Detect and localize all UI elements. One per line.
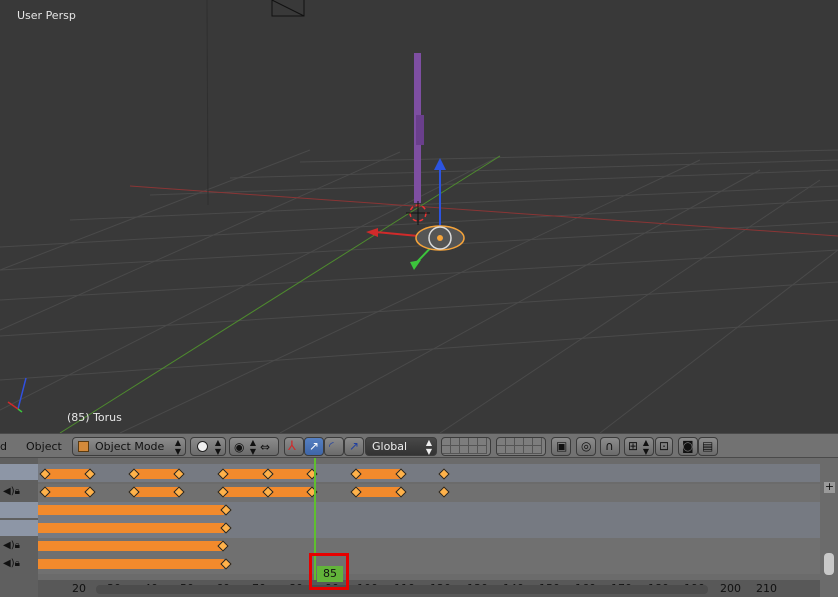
lock-scene-icon: ▣ (556, 439, 568, 453)
opengl-render-button[interactable]: ◙ (678, 437, 698, 456)
dopesheet-editor[interactable]: ◀)🔒︎ ◀)🔒︎ ◀)🔒︎ 20 200 210 + (0, 458, 838, 597)
speaker-lock-icon[interactable]: ◀)🔒︎ (3, 486, 20, 497)
channel-row[interactable]: ◀)🔒︎ (0, 556, 38, 572)
select-arrows-icon: ▲ ▼ (642, 438, 649, 456)
expand-region-plus-icon[interactable]: + (824, 481, 835, 493)
channel-row[interactable]: ◀)🔒︎ (0, 538, 38, 554)
translate-manipulator-button[interactable]: ↗ (304, 437, 324, 456)
axis-gizmo-y (17, 408, 23, 413)
channel-row[interactable] (0, 464, 38, 480)
active-object-label: (85) Torus (67, 411, 122, 424)
current-frame-highlight (309, 553, 349, 590)
scale-arrow-icon: ↗ (349, 439, 360, 453)
channel-row[interactable]: ◀)🔒︎ (0, 484, 38, 500)
view-perspective-label: User Persp (17, 9, 76, 22)
pivot-icon: ◉ (234, 440, 245, 454)
x-axis-line (129, 185, 838, 237)
hold-bar[interactable] (44, 469, 90, 479)
transform-axes-icon: ⅄ (288, 439, 296, 454)
x-arrow-icon[interactable] (366, 228, 378, 237)
cube-icon (78, 441, 89, 452)
select-arrows-icon: ▲ ▼ (174, 438, 181, 456)
mode-select-label: Object Mode (95, 440, 165, 453)
select-arrows-icon: ▲ ▼ (425, 438, 432, 456)
z-arrow-icon[interactable] (434, 158, 446, 170)
orientation-label: Global (372, 440, 408, 453)
horizontal-scrollbar[interactable] (96, 585, 708, 594)
snap-increment-icon: ⊞ (628, 439, 639, 453)
hold-bar[interactable] (38, 559, 224, 569)
hold-bar[interactable] (355, 487, 401, 497)
sphere-shading-icon (197, 441, 208, 452)
ruler-tick: 200 (720, 582, 741, 595)
ruler-tick: 210 (756, 582, 777, 595)
keyframe-area[interactable] (38, 458, 820, 580)
lock-layers-button[interactable]: ▣ (551, 437, 571, 456)
select-arrows-icon: ▲ ▼ (214, 438, 221, 456)
rotate-arc-icon: ◜ (329, 439, 334, 453)
opengl-animation-button[interactable]: ▤ (698, 437, 718, 456)
scale-manipulator-button[interactable]: ↗ (344, 437, 364, 456)
snap-target-icon: ⊡ (659, 439, 670, 453)
manipulator-toggle-icon[interactable]: ⇔ (260, 440, 270, 454)
viewport-shading-select[interactable]: ▲ ▼ (190, 437, 226, 456)
hold-bar[interactable] (38, 505, 224, 515)
select-arrows-icon: ▲ ▼ (249, 438, 256, 456)
viewport-scene (0, 0, 838, 433)
translate-arrow-icon: ↗ (309, 439, 320, 453)
transform-orientation-select[interactable]: Global ▲ ▼ (365, 437, 437, 456)
object-menu[interactable]: Object (26, 440, 62, 453)
speaker-lock-icon[interactable]: ◀)🔒︎ (3, 540, 20, 551)
magnet-icon: ∩ (605, 439, 614, 453)
hold-bar[interactable] (38, 523, 224, 533)
pivot-point-select[interactable]: ◉ ⇔ ▲ ▼ (229, 437, 279, 456)
layer-buttons-left[interactable] (441, 437, 491, 456)
speaker-lock-icon[interactable]: ◀)🔒︎ (3, 558, 20, 569)
chain-link (416, 115, 424, 145)
vertical-scrollbar[interactable] (820, 458, 838, 580)
proportional-circle-icon: ◎ (581, 439, 592, 453)
mode-select[interactable]: Object Mode ▲ ▼ (72, 437, 186, 456)
channel-row[interactable] (0, 520, 38, 536)
clapperboard-icon: ▤ (702, 439, 714, 453)
layer-buttons-right[interactable] (496, 437, 546, 456)
channel-list: ◀)🔒︎ ◀)🔒︎ ◀)🔒︎ (0, 458, 38, 597)
snap-toggle-button[interactable]: ∩ (600, 437, 620, 456)
hold-bar[interactable] (355, 469, 401, 479)
snap-target-button[interactable]: ⊡ (655, 437, 673, 456)
snap-element-select[interactable]: ⊞ ▲ ▼ (624, 437, 654, 456)
manipulator-enable-button[interactable]: ⅄ (284, 437, 304, 456)
channel-row[interactable] (0, 502, 38, 518)
camera-line (206, 0, 209, 206)
camera-render-icon: ◙ (682, 439, 694, 453)
viewport-header: d Object Object Mode ▲ ▼ ▲ ▼ ◉ ⇔ ▲ ▼ ⅄ ↗ ◜ … (0, 433, 838, 458)
hold-bar[interactable] (38, 541, 224, 551)
view-menu[interactable]: d (0, 440, 7, 453)
proportional-edit-button[interactable]: ◎ (576, 437, 596, 456)
3d-viewport[interactable]: User Persp (85) Torus (0, 0, 838, 433)
axis-gizmo-z (17, 377, 27, 410)
scrollbar-thumb[interactable] (824, 553, 834, 575)
ruler-tick: 20 (72, 582, 86, 595)
camera-object[interactable] (271, 0, 305, 17)
hold-bar[interactable] (44, 487, 90, 497)
y-axis-line (59, 155, 501, 433)
origin-dot (437, 235, 443, 241)
rotate-manipulator-button[interactable]: ◜ (324, 437, 344, 456)
y-arrow-icon[interactable] (410, 260, 421, 270)
